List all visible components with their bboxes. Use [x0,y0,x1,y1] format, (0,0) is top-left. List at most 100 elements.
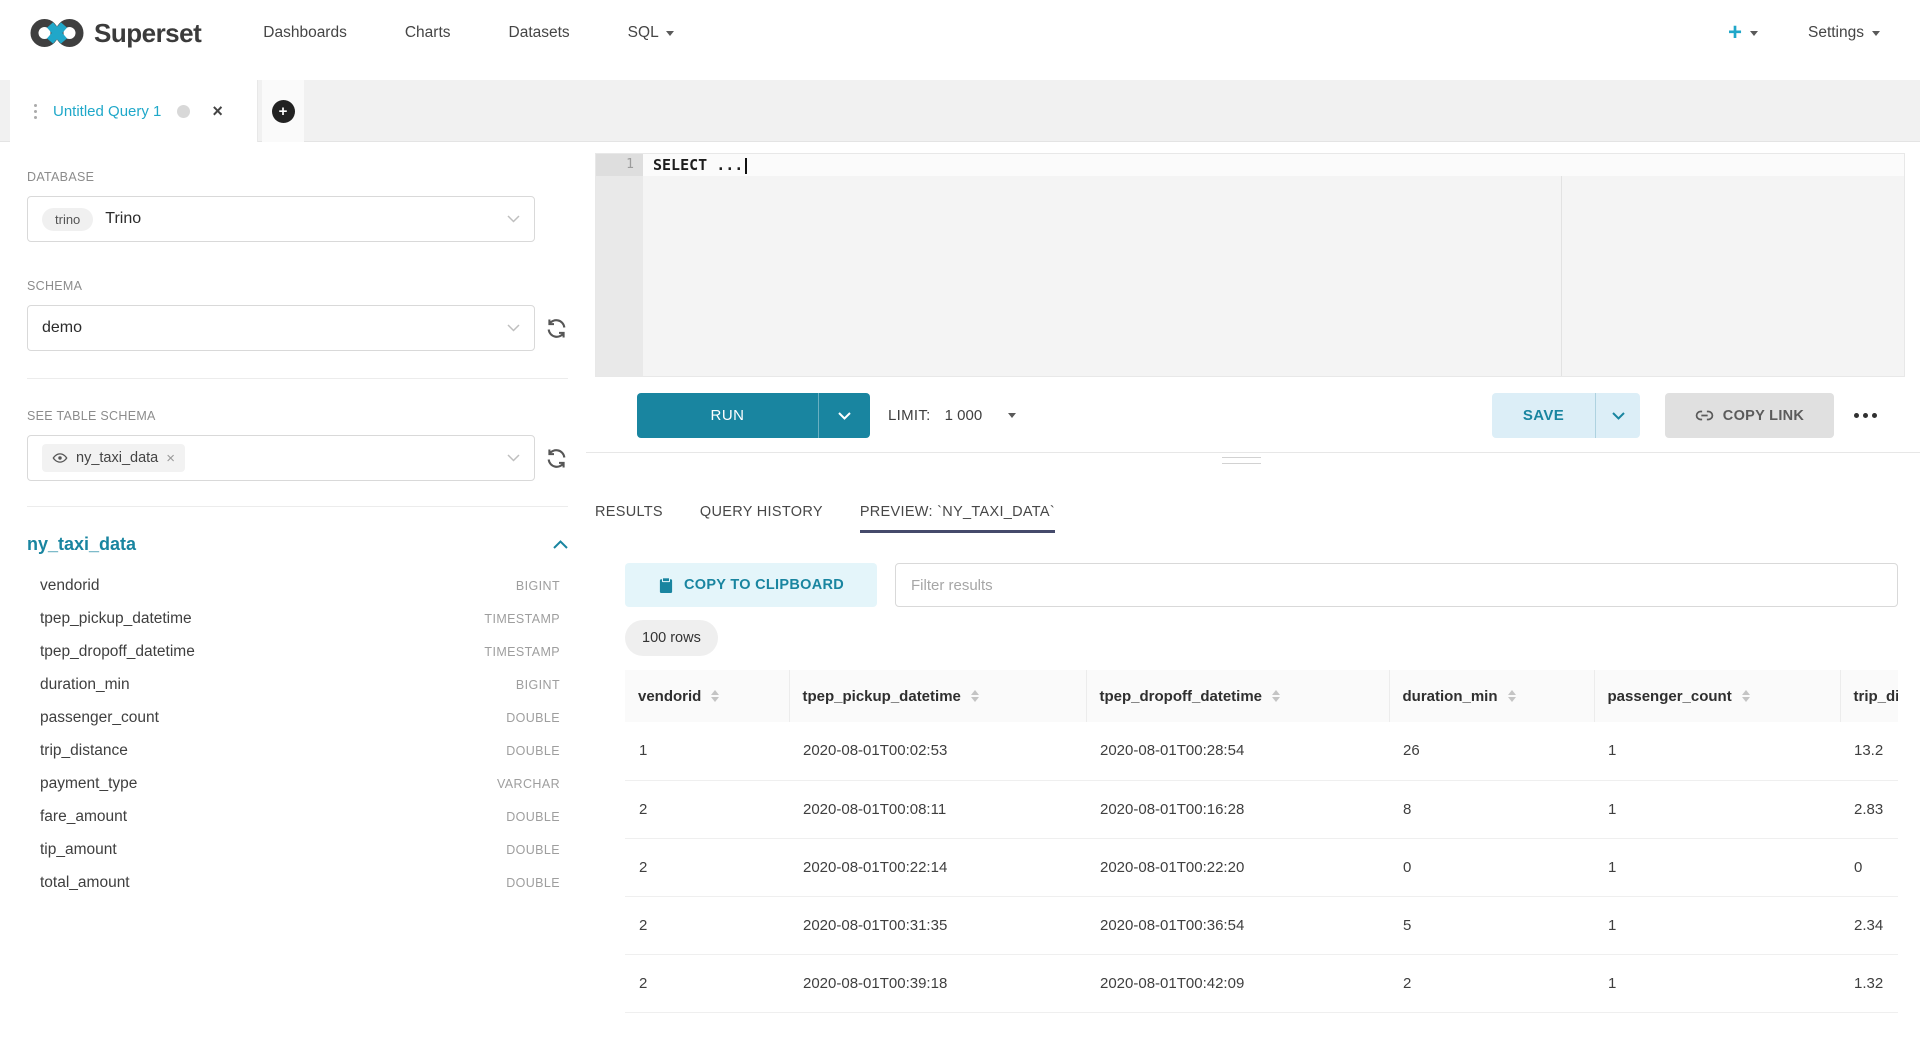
save-button[interactable]: SAVE [1492,393,1595,438]
drag-handle-icon[interactable] [34,104,37,119]
text-cursor [745,158,747,174]
selected-table-pill: ny_taxi_data × [42,444,185,472]
row-count-badge: 100 rows [625,620,718,656]
header-passenger-count[interactable]: passenger_count [1594,670,1840,722]
query-tab-label: Untitled Query 1 [53,103,161,120]
limit-control[interactable]: LIMIT: 1 000 [888,393,1016,438]
column-row: payment_type VARCHAR [27,767,560,800]
sql-code-text: SELECT ... [653,156,743,174]
column-row: passenger_count DOUBLE [27,701,560,734]
table-header-row: vendorid tpep_pickup_datetime tpep_dropo… [625,670,1898,722]
link-icon [1695,406,1714,425]
nav-charts[interactable]: Charts [405,24,451,42]
chevron-down-icon [1612,412,1625,420]
line-number: 1 [596,154,643,176]
nav-right: + Settings [1728,21,1880,45]
save-options-button[interactable] [1595,393,1640,438]
new-item-menu[interactable]: + [1728,21,1758,45]
query-status-dot [177,105,190,118]
header-trip-distance[interactable]: trip_distance [1840,670,1898,722]
schema-value: demo [42,319,82,337]
caret-down-icon[interactable] [1008,413,1016,418]
database-backend-pill: trino [42,208,93,231]
copy-to-clipboard-button[interactable]: COPY TO CLIPBOARD [625,563,877,607]
column-row: vendorid BIGINT [27,569,560,602]
run-query-split-button: RUN [637,393,870,438]
add-tab-button[interactable]: + [272,100,295,123]
query-tab-active[interactable]: Untitled Query 1 × [10,80,258,142]
column-row: total_amount DOUBLE [27,866,560,899]
limit-value: 1 000 [945,407,983,424]
copy-link-button[interactable]: COPY LINK [1665,393,1834,438]
ellipsis-icon [1854,413,1859,418]
superset-sql-lab: Superset Dashboards Charts Datasets SQL … [0,0,1920,1042]
refresh-tables-button[interactable] [544,446,569,471]
tab-preview-ny-taxi-data[interactable]: PREVIEW: `NY_TAXI_DATA` [860,504,1055,533]
remove-table-icon[interactable]: × [166,451,175,466]
run-button[interactable]: RUN [637,393,818,438]
sort-arrows-icon [971,690,979,702]
settings-menu[interactable]: Settings [1808,24,1880,42]
results-table-container: vendorid tpep_pickup_datetime tpep_dropo… [625,670,1898,1042]
nav-datasets[interactable]: Datasets [509,24,570,42]
nav-sql-menu[interactable]: SQL [628,24,674,42]
ellipsis-icon [1863,413,1868,418]
filter-results-input[interactable] [895,563,1898,607]
sidebar-divider [27,378,568,379]
sql-editor-pane: 1 SELECT ... RUN LIMIT: 1 000 SAVE [586,142,1920,1042]
table-row: 2 2020-08-01T00:31:35 2020-08-01T00:36:5… [625,896,1898,954]
table-row: 2 2020-08-01T00:39:18 2020-08-01T00:42:0… [625,954,1898,1012]
nav-dashboards[interactable]: Dashboards [263,24,347,42]
table-schema-header: ny_taxi_data [27,534,568,555]
chevron-down-icon [507,215,520,223]
results-table: vendorid tpep_pickup_datetime tpep_dropo… [625,670,1898,1013]
caret-down-icon [666,31,674,36]
refresh-icon [544,446,569,471]
more-options-button[interactable] [1843,393,1887,438]
column-row: trip_distance DOUBLE [27,734,560,767]
editor-gutter: 1 [596,154,643,376]
chevron-down-icon [507,454,520,462]
tab-query-history[interactable]: QUERY HISTORY [700,504,823,533]
table-row: 1 2020-08-01T00:02:53 2020-08-01T00:28:5… [625,722,1898,780]
ellipsis-icon [1872,413,1877,418]
superset-infinity-icon [30,17,84,49]
column-row: tpep_dropoff_datetime TIMESTAMP [27,635,560,668]
editor-active-line: SELECT ... [643,154,1904,176]
tab-results[interactable]: RESULTS [595,504,663,533]
header-tpep-pickup-datetime[interactable]: tpep_pickup_datetime [789,670,1086,722]
header-duration-min[interactable]: duration_min [1389,670,1594,722]
limit-label: LIMIT: [888,407,931,424]
eye-icon [52,450,68,466]
sidebar-divider [27,506,568,507]
superset-logo[interactable]: Superset [30,17,201,49]
result-tabs: RESULTS QUERY HISTORY PREVIEW: `NY_TAXI_… [595,470,1055,533]
close-tab-icon[interactable]: × [212,102,223,120]
brand-name: Superset [94,18,201,49]
editor-print-margin [1561,176,1562,376]
database-select[interactable]: trino Trino [27,196,535,242]
chevron-down-icon [507,324,520,332]
sort-arrows-icon [1508,690,1516,702]
sql-code-editor[interactable]: 1 SELECT ... [595,153,1905,377]
table-row: 2 2020-08-01T00:08:11 2020-08-01T00:16:2… [625,780,1898,838]
column-row: duration_min BIGINT [27,668,560,701]
add-tab-area: + [262,80,304,142]
refresh-icon [544,316,569,341]
schema-select[interactable]: demo [27,305,535,351]
query-tab-strip: Untitled Query 1 × + [0,80,1920,142]
table-row: 2 2020-08-01T00:22:14 2020-08-01T00:22:2… [625,838,1898,896]
refresh-schemas-button[interactable] [544,316,569,341]
database-value: Trino [105,210,141,228]
header-vendorid[interactable]: vendorid [625,670,789,722]
run-options-button[interactable] [818,393,870,438]
sort-arrows-icon [711,690,719,702]
chevron-up-icon [553,540,568,549]
header-tpep-dropoff-datetime[interactable]: tpep_dropoff_datetime [1086,670,1389,722]
main-nav: Dashboards Charts Datasets SQL [263,24,673,42]
sort-arrows-icon [1272,690,1280,702]
pane-resize-handle[interactable] [1222,457,1261,469]
table-schema-label: SEE TABLE SCHEMA [27,409,586,423]
collapse-table-button[interactable] [553,540,568,549]
table-select[interactable]: ny_taxi_data × [27,435,535,481]
